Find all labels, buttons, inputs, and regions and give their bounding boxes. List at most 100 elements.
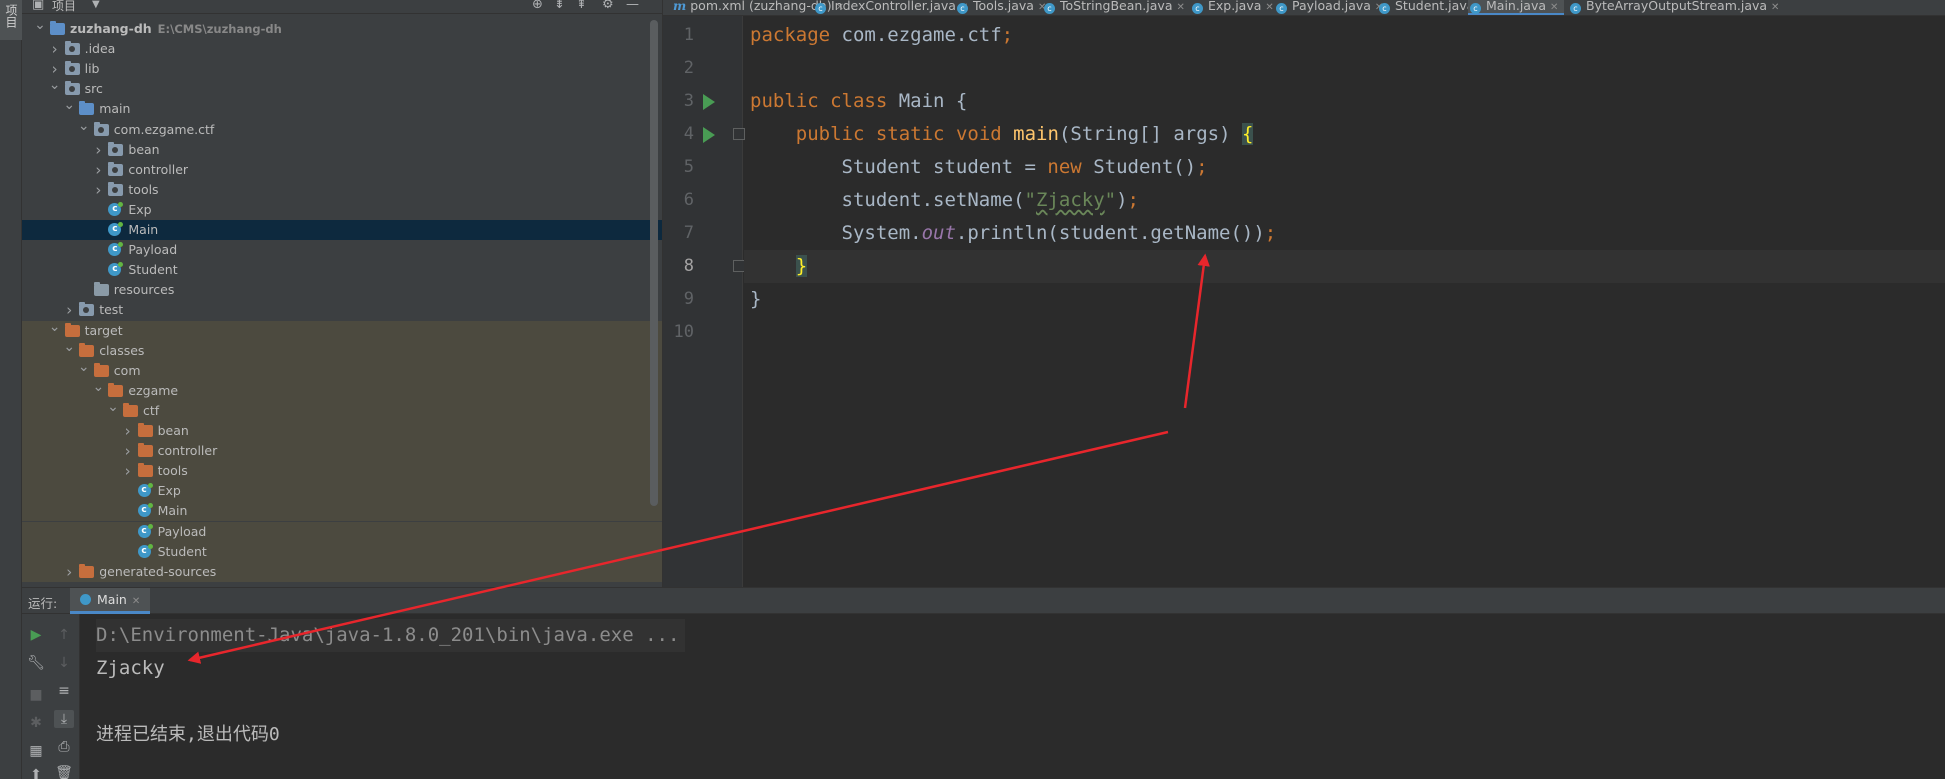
editor-tab-tostringbean-java[interactable]: c ToStringBean.java ✕ xyxy=(1042,0,1191,15)
tree-item-main[interactable]: c Main xyxy=(22,220,662,240)
tree-item-com-ezgame-ctf[interactable]: ⌄ com.ezgame.ctf xyxy=(22,118,662,140)
chevron-right-icon[interactable]: › xyxy=(49,39,61,59)
tree-item-lib[interactable]: › lib xyxy=(22,59,662,79)
stop-icon[interactable]: ■ xyxy=(26,686,46,704)
close-icon[interactable]: ✕ xyxy=(1550,2,1558,13)
editor-tab-tools-java[interactable]: c Tools.java ✕ xyxy=(955,0,1052,15)
tree-item-src[interactable]: ⌄ src xyxy=(22,77,662,99)
chevron-down-icon[interactable]: ⌄ xyxy=(78,116,90,136)
project-tree-scrollbar[interactable] xyxy=(650,20,658,506)
tree-item-student[interactable]: c Student xyxy=(22,260,662,280)
print-icon[interactable]: ⎙ xyxy=(54,738,74,756)
tree-item-generated-sources[interactable]: › generated-sources xyxy=(22,561,662,582)
editor-tab-payload-java[interactable]: cPayload.java✕ xyxy=(1274,0,1389,15)
editor-tab-bar: m pom.xml (zuzhang-dh) ✕ c IndexController.j… xyxy=(663,0,1945,16)
tree-item--idea[interactable]: › .idea xyxy=(22,39,662,59)
tree-item-exp[interactable]: c Exp xyxy=(22,200,662,220)
chevron-down-icon[interactable]: ⌄ xyxy=(34,15,46,35)
tree-item-exp[interactable]: c Exp xyxy=(22,481,662,502)
editor-tab-indexcontroller-java[interactable]: cIndexController.java✕ xyxy=(813,0,974,15)
chevron-down-icon[interactable]: ⌄ xyxy=(63,95,75,115)
code-line[interactable]: Student student = new Student(); xyxy=(744,151,1945,184)
console-program-output: Zjacky xyxy=(96,657,165,679)
tree-item-bean[interactable]: › bean xyxy=(22,140,662,160)
chevron-right-icon[interactable]: › xyxy=(122,421,134,441)
code-line[interactable]: public class Main { xyxy=(744,85,1945,118)
close-icon[interactable]: ✕ xyxy=(1771,2,1779,13)
expand-all-icon[interactable]: ⇟ xyxy=(554,0,565,13)
tree-item-com[interactable]: ⌄ com xyxy=(22,359,662,381)
editor-tab-label: Payload.java xyxy=(1292,0,1371,13)
tree-item-text: src xyxy=(84,81,103,97)
close-icon[interactable]: ✕ xyxy=(1176,2,1184,13)
tree-item-student[interactable]: c Student xyxy=(22,541,662,562)
tree-item-resources[interactable]: resources xyxy=(22,280,662,300)
editor-tab-bytearrayoutputstream-java[interactable]: c ByteArrayOutputStream.java ✕ xyxy=(1568,0,1785,15)
run-config-tab[interactable]: Main ✕ xyxy=(70,588,151,614)
wrench-icon[interactable]: 🔧︎ xyxy=(26,654,46,672)
tree-item-label: bean xyxy=(158,421,189,441)
soft-wrap-icon[interactable]: ≡ xyxy=(54,682,74,700)
tree-item-main[interactable]: c Main xyxy=(22,501,662,522)
tree-item-payload[interactable]: c Payload xyxy=(22,521,662,542)
chevron-down-icon[interactable]: ▼ xyxy=(92,0,100,13)
tree-item-payload[interactable]: c Payload xyxy=(22,240,662,260)
code-line[interactable]: public static void main(String[] args) { xyxy=(744,118,1945,151)
locate-icon[interactable]: ⊕ xyxy=(532,0,543,13)
close-icon[interactable]: ✕ xyxy=(132,596,140,607)
tree-item-main[interactable]: ⌄ main xyxy=(22,97,662,119)
chevron-down-icon[interactable]: ⌄ xyxy=(92,377,105,397)
code-line[interactable]: } xyxy=(744,250,1945,283)
collapse-all-icon[interactable]: ⇞ xyxy=(576,0,587,13)
chevron-right-icon[interactable]: › xyxy=(92,140,104,160)
tree-item-target[interactable]: ⌄ target xyxy=(22,319,662,341)
code-line[interactable]: student.setName("Zjacky"); xyxy=(744,184,1945,217)
layout-icon[interactable]: ▦ xyxy=(26,742,46,760)
tree-item-ctf[interactable]: ⌄ ctf xyxy=(22,399,662,421)
close-icon[interactable]: ✕ xyxy=(1265,2,1273,13)
up-arrow-icon[interactable]: ↑ xyxy=(54,626,74,644)
chevron-right-icon[interactable]: › xyxy=(63,562,75,582)
pin-icon[interactable]: ⬆ xyxy=(26,766,46,779)
tree-item-label: controller xyxy=(128,160,188,180)
hide-panel-icon[interactable]: — xyxy=(626,0,639,13)
chevron-right-icon[interactable]: › xyxy=(122,441,134,461)
code-line[interactable]: package com.ezgame.ctf; xyxy=(744,19,1945,52)
chevron-down-icon[interactable]: ⌄ xyxy=(78,357,90,377)
debug-icon[interactable]: ✱ xyxy=(26,714,46,732)
editor-tab-main-java[interactable]: c Main.java ✕ xyxy=(1468,0,1565,15)
code-line[interactable]: System.out.println(student.getName()); xyxy=(744,217,1945,250)
tree-item-controller[interactable]: › controller xyxy=(22,441,662,462)
project-tool-window-tab[interactable]: 项目 xyxy=(0,0,22,40)
trash-icon[interactable]: 🗑︎ xyxy=(54,764,74,779)
code-view[interactable]: package com.ezgame.ctf; public class Main… xyxy=(744,16,1945,587)
scroll-to-end-icon[interactable]: ⤓ xyxy=(54,710,74,728)
chevron-down-icon[interactable]: ⌄ xyxy=(63,337,75,357)
project-view-selector[interactable]: 项目 xyxy=(52,0,76,14)
console-output[interactable]: D:\Environment-Java\java-1.8.0_201\bin\j… xyxy=(80,614,1945,779)
editor-tab-exp-java[interactable]: c Exp.java ✕ xyxy=(1190,0,1280,15)
gear-icon[interactable]: ⚙ xyxy=(602,0,614,13)
chevron-right-icon[interactable]: › xyxy=(122,461,134,481)
tree-item-controller[interactable]: › controller xyxy=(22,160,662,180)
chevron-down-icon[interactable]: ⌄ xyxy=(49,317,61,337)
down-arrow-icon[interactable]: ↓ xyxy=(54,654,74,672)
chevron-down-icon[interactable]: ⌄ xyxy=(107,397,119,417)
tree-item-bean[interactable]: › bean xyxy=(22,421,662,441)
tree-item-zuzhang-dh[interactable]: ⌄ zuzhang-dh E:\CMS\zuzhang-dh xyxy=(22,17,662,39)
run-gutter-icon[interactable] xyxy=(703,127,715,143)
tree-item-test[interactable]: › test xyxy=(22,300,662,320)
tree-item-classes[interactable]: ⌄ classes xyxy=(22,339,662,361)
rerun-icon[interactable]: ▶ xyxy=(26,626,46,644)
tree-item-tools[interactable]: › tools xyxy=(22,461,662,482)
chevron-right-icon[interactable]: › xyxy=(92,160,104,180)
chevron-right-icon[interactable]: › xyxy=(92,180,104,200)
tree-item-tools[interactable]: › tools xyxy=(22,180,662,200)
code-line[interactable] xyxy=(744,52,1945,85)
run-gutter-icon[interactable] xyxy=(703,94,715,110)
code-line[interactable] xyxy=(744,316,1945,349)
chevron-down-icon[interactable]: ⌄ xyxy=(49,75,61,95)
run-tool-window-title: 运行: xyxy=(28,596,58,611)
chevron-right-icon[interactable]: › xyxy=(63,300,75,320)
code-line[interactable]: } xyxy=(744,283,1945,316)
